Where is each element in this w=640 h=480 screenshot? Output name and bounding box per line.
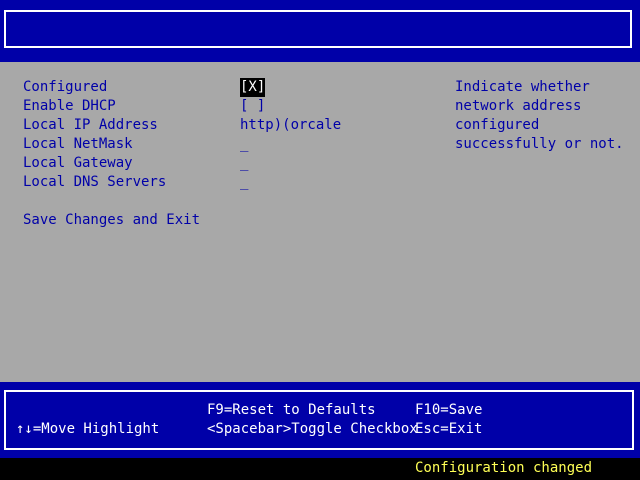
- local-ip-field[interactable]: http)(orcale: [240, 116, 341, 135]
- field-label-netmask: Local NetMask: [23, 136, 133, 152]
- key-move-highlight: ↑↓=Move Highlight: [16, 421, 160, 437]
- key-exit: Esc=Exit: [415, 421, 483, 437]
- enable-dhcp-checkbox[interactable]: [ ]: [240, 97, 265, 116]
- dns-servers-field[interactable]: _: [240, 173, 248, 192]
- field-label-enable-dhcp: Enable DHCP: [23, 98, 116, 114]
- help-text: Indicate whether network address configu…: [455, 78, 624, 154]
- status-message: Configuration changed: [415, 460, 593, 476]
- configured-checkbox[interactable]: [X]: [240, 78, 266, 97]
- key-toggle-checkbox: <Spacebar>Toggle Checkbox: [207, 421, 418, 437]
- config-panel: Configured [X] Enable DHCP [ ] Local IP …: [0, 62, 640, 382]
- field-label-local-ip: Local IP Address: [23, 117, 158, 133]
- help-line: Indicate whether: [455, 79, 590, 95]
- field-label-dns: Local DNS Servers: [23, 174, 167, 190]
- field-label-configured: Configured: [23, 79, 108, 95]
- key-reset-defaults: F9=Reset to Defaults: [207, 402, 376, 418]
- title-bar: [0, 0, 640, 62]
- status-bar: Configuration changed: [0, 458, 640, 480]
- gateway-field[interactable]: _: [240, 154, 248, 173]
- title-frame: [4, 10, 632, 48]
- help-line: network address: [455, 98, 582, 114]
- save-changes-exit-item[interactable]: Save Changes and Exit: [23, 211, 200, 230]
- field-label-gateway: Local Gateway: [23, 155, 133, 171]
- key-save: F10=Save: [415, 402, 483, 418]
- help-line: configured: [455, 117, 540, 133]
- netmask-field[interactable]: _: [240, 135, 248, 154]
- key-help-bar: ↑↓=Move Highlight F9=Reset to Defaults <…: [0, 382, 640, 458]
- help-line: successfully or not.: [455, 136, 624, 152]
